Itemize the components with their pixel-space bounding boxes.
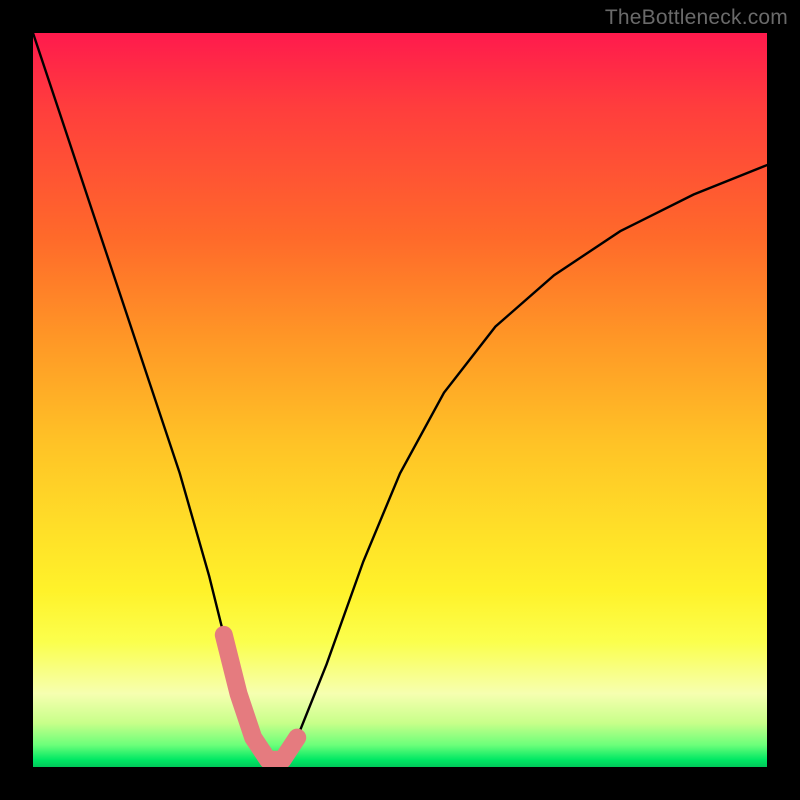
curve-svg (33, 33, 767, 767)
chart-frame: TheBottleneck.com (0, 0, 800, 800)
minimum-overlay (224, 635, 297, 760)
bottleneck-curve (33, 33, 767, 760)
plot-area (33, 33, 767, 767)
attribution-label: TheBottleneck.com (605, 6, 788, 30)
